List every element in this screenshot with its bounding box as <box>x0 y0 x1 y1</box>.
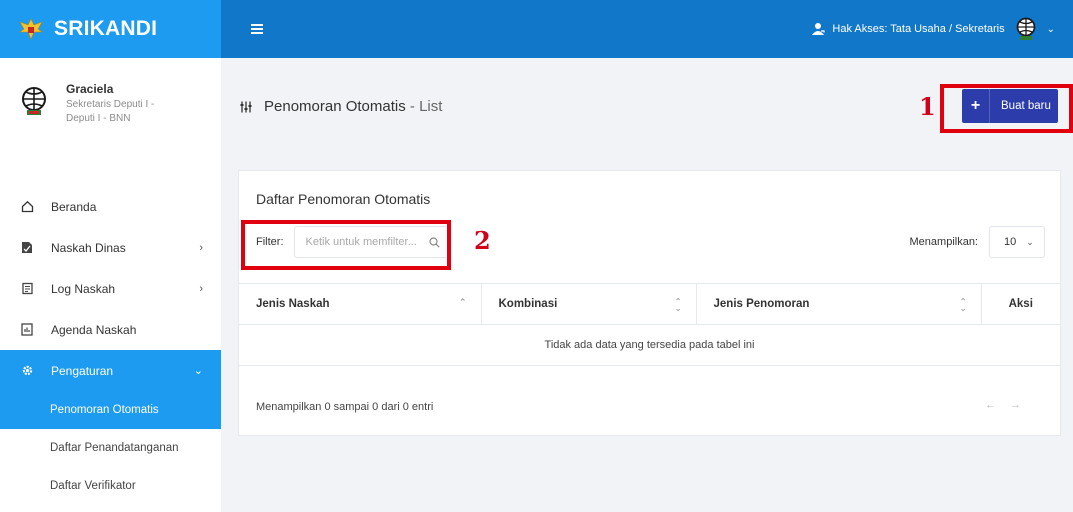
main-content: Penomoran Otomatis - List 1 + Buat baru … <box>221 58 1073 512</box>
annotation-highlight-2 <box>241 220 451 270</box>
table-info: Menampilkan 0 sampai 0 dari 0 entri <box>256 401 434 413</box>
user-name: Graciela <box>66 82 114 96</box>
data-table: Jenis Naskah ⌃ Kombinasi ⌃ ⌄ Jenis Penomora… <box>239 283 1060 366</box>
menu-toggle-icon[interactable] <box>251 24 263 34</box>
previous-page-button[interactable]: ← <box>985 399 1010 411</box>
page-size-label: Menampilkan: <box>909 236 978 248</box>
page-title-sub: List <box>419 98 443 115</box>
sidebar-subitem-daftar-penandatanganan[interactable]: Daftar Penandatanganan <box>0 429 221 467</box>
column-header-jenis-penomoran[interactable]: Jenis Penomoran ⌃ ⌄ <box>696 283 982 325</box>
sort-icon: ⌃ ⌄ <box>674 297 682 313</box>
create-new-button[interactable]: + Buat baru <box>962 89 1058 123</box>
topbar: Hak Akses: Tata Usaha / Sekretaris ⌄ <box>221 0 1073 58</box>
page-title-separator: - <box>405 98 420 115</box>
column-header-label: Kombinasi <box>498 298 558 310</box>
chevron-right-icon: › <box>199 241 203 254</box>
page-size-row: Menampilkan: 10 ⌄ <box>910 226 1045 258</box>
chevron-down-icon: ⌄ <box>1026 236 1034 247</box>
gear-icon <box>20 364 34 378</box>
table-row: Tidak ada data yang tersedia pada tabel … <box>239 324 1060 366</box>
sidebar-item-label: Naskah Dinas <box>51 240 126 255</box>
user-role: Sekretaris Deputi I - Deputi I - BNN <box>66 99 155 124</box>
sidebar-item-beranda[interactable]: Beranda <box>0 186 221 227</box>
avatar <box>1016 17 1035 40</box>
chevron-down-icon: ⌄ <box>193 365 203 377</box>
annotation-number-1: 1 <box>919 92 936 121</box>
column-header-label: Aksi <box>1008 298 1033 310</box>
column-header-jenis-naskah[interactable]: Jenis Naskah ⌃ <box>239 283 482 325</box>
chevron-down-icon: ⌄ <box>1046 23 1055 35</box>
avatar <box>22 87 46 115</box>
sidebar-item-label: Beranda <box>51 199 97 214</box>
sort-asc-icon: ⌃ <box>458 297 467 307</box>
table-header-row: Jenis Naskah ⌃ Kombinasi ⌃ ⌄ Jenis Penomora… <box>239 283 1060 325</box>
brand-name: SRIKANDI <box>54 17 158 40</box>
sidebar-subitem-penomoran-otomatis[interactable]: Penomoran Otomatis <box>0 391 221 429</box>
plus-icon: + <box>962 89 990 123</box>
sidebar: SRIKANDI Graciela Sekretaris Deputi I - … <box>0 0 221 512</box>
document-icon <box>20 241 34 255</box>
user-key-icon <box>812 23 825 35</box>
sidebar-item-label: Agenda Naskah <box>51 322 137 337</box>
column-header-label: Jenis Penomoran <box>713 298 810 310</box>
pagination: ←→ <box>985 399 1035 411</box>
sidebar-item-log-naskah[interactable]: Log Naskah › <box>0 268 221 309</box>
column-header-label: Jenis Naskah <box>256 298 330 310</box>
user-panel: Graciela Sekretaris Deputi I - Deputi I … <box>0 58 221 164</box>
sidebar-item-agenda-naskah[interactable]: Agenda Naskah <box>0 309 221 350</box>
sidebar-item-label: Log Naskah <box>51 281 116 296</box>
sidebar-subitem-daftar-verifikator[interactable]: Daftar Verifikator <box>0 467 221 505</box>
log-icon <box>20 282 34 296</box>
sidebar-item-naskah-dinas[interactable]: Naskah Dinas › <box>0 227 221 268</box>
page-size-select[interactable]: 10 ⌄ <box>989 226 1045 258</box>
empty-table-message: Tidak ada data yang tersedia pada tabel … <box>239 324 1060 366</box>
create-new-label: Buat baru <box>1001 100 1051 112</box>
page-size-value: 10 <box>1004 236 1017 248</box>
sidebar-item-label: Pengaturan <box>51 363 114 378</box>
agenda-icon <box>20 323 34 337</box>
home-icon <box>20 200 34 214</box>
sort-icon: ⌃ ⌄ <box>959 297 967 313</box>
brand[interactable]: SRIKANDI <box>0 0 221 58</box>
chevron-right-icon: › <box>199 282 203 295</box>
annotation-number-2: 2 <box>474 226 491 255</box>
page-header: Penomoran Otomatis - List <box>240 98 442 115</box>
page-title: Penomoran Otomatis - List <box>264 98 442 115</box>
card-title: Daftar Penomoran Otomatis <box>256 191 431 207</box>
garuda-logo-icon <box>19 18 43 40</box>
sliders-icon <box>240 101 252 112</box>
sidebar-menu: Beranda Naskah Dinas › Log Naskah › Agen… <box>0 186 221 505</box>
next-page-button[interactable]: → <box>1010 399 1035 411</box>
access-role-text: Hak Akses: Tata Usaha / Sekretaris <box>832 23 1005 35</box>
column-header-aksi: Aksi <box>981 283 1060 325</box>
list-card: Daftar Penomoran Otomatis Filter: Menamp… <box>238 170 1061 436</box>
sidebar-item-pengaturan[interactable]: Pengaturan ⌄ <box>0 350 221 391</box>
user-access-menu[interactable]: Hak Akses: Tata Usaha / Sekretaris ⌄ <box>811 17 1055 41</box>
column-header-kombinasi[interactable]: Kombinasi ⌃ ⌄ <box>481 283 697 325</box>
page-title-main: Penomoran Otomatis <box>264 98 406 115</box>
sidebar-submenu: Penomoran Otomatis Daftar Penandatangana… <box>0 391 221 505</box>
